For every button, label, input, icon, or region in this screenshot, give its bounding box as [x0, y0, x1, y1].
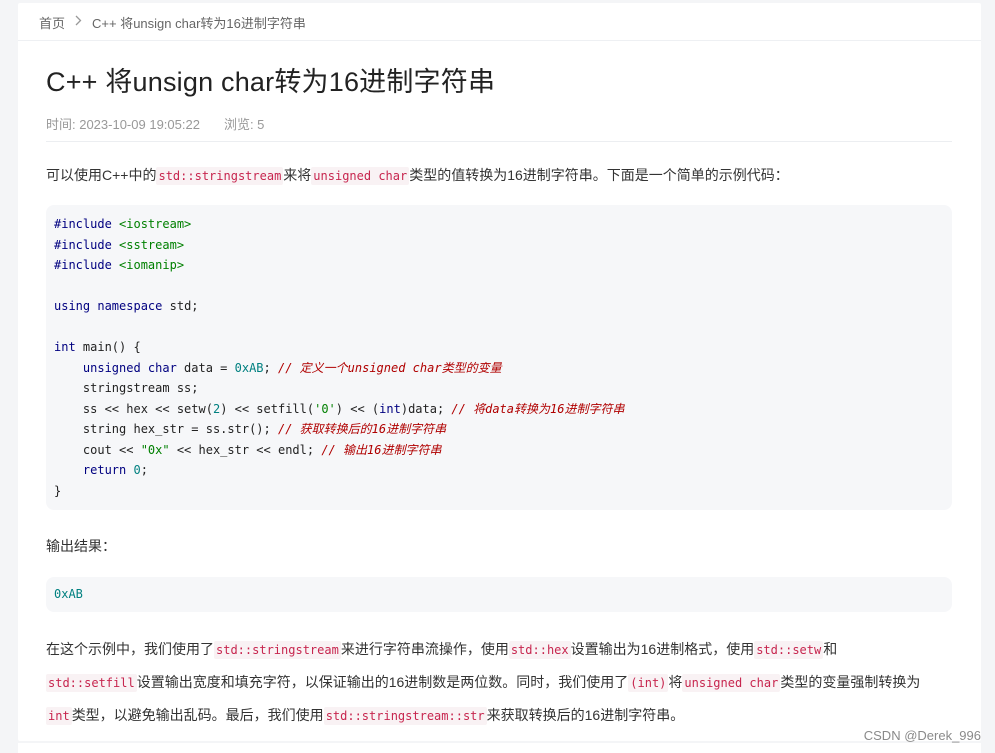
inline-code: std::stringstream	[156, 167, 284, 185]
code-token: #include	[54, 258, 112, 272]
code-token: 0xAB	[234, 360, 264, 375]
text: 来进行字符串流操作，使用	[340, 641, 509, 657]
text: 可以使用C++中的	[46, 167, 157, 183]
text: 和	[823, 641, 838, 657]
next-section-edge	[18, 743, 981, 753]
code-token: int	[379, 401, 401, 416]
code-token: string hex_str = ss.str();	[82, 422, 278, 436]
code-token: ss << hex << setw(	[82, 401, 213, 416]
text: 将	[668, 674, 683, 690]
text: 设置输出为16进制格式，使用	[570, 641, 755, 657]
output-label: 输出结果：	[46, 538, 116, 554]
code-token: return	[82, 463, 127, 477]
code-token: cout <<	[82, 442, 141, 457]
code-token: main() {	[75, 340, 141, 354]
code-token: #include	[54, 217, 112, 231]
code-token: unsigned char	[82, 360, 177, 375]
code-token: <iomanip>	[119, 258, 185, 272]
code-token: #include	[54, 237, 112, 252]
code-token: <iostream>	[119, 217, 192, 231]
breadcrumb-home-link[interactable]: 首页	[39, 13, 65, 32]
text: 设置输出宽度和填充字符，以保证输出的16进制数是两位数。同时，我们使用了	[136, 674, 629, 690]
code-token: namespace	[97, 299, 163, 313]
divider	[18, 40, 981, 41]
divider	[46, 141, 952, 142]
publish-time: 时间: 2023-10-09 19:05:22	[46, 117, 200, 132]
inline-code: int	[46, 707, 72, 725]
code-comment: // 定义一个unsigned char类型的变量	[277, 360, 502, 375]
breadcrumb-current: C++ 将unsign char转为16进制字符串	[92, 15, 306, 31]
inline-code: std::setfill	[46, 674, 137, 692]
code-token: <sstream>	[119, 237, 185, 252]
code-token: ;	[263, 360, 278, 375]
code-token: '0'	[314, 401, 336, 416]
code-block[interactable]: #include <iostream> #include <sstream> #…	[46, 205, 952, 510]
code-token: ;	[140, 463, 148, 477]
code-token: stringstream ss;	[82, 381, 199, 395]
text: 类型的值转换为16进制字符串。下面是一个简单的示例代码：	[409, 167, 789, 183]
code-token: ) << (	[335, 401, 380, 416]
code-token: data =	[176, 360, 235, 375]
text: 类型的变量强制转换为	[780, 674, 921, 690]
code-token: int	[54, 340, 76, 354]
text: 在这个示例中，我们使用了	[46, 641, 214, 657]
view-count: 浏览: 5	[223, 117, 265, 132]
code-token: }	[54, 483, 62, 498]
output-code-block[interactable]: 0xAB	[46, 577, 952, 612]
code-token: )data;	[400, 401, 452, 416]
code-token: << hex_str << endl;	[169, 442, 322, 457]
code-token: "0x"	[140, 442, 170, 457]
inline-code: unsigned char	[311, 167, 410, 185]
inline-code: std::stringstream	[214, 641, 341, 659]
code-token: ) << setfill(	[220, 401, 315, 416]
code-content: #include <iostream> #include <sstream> #…	[54, 214, 624, 501]
text: 来将	[283, 167, 312, 183]
inline-code: std::setw	[754, 641, 824, 659]
text: 来获取转换后的16进制字符串。	[486, 707, 685, 723]
watermark: CSDN @Derek_996	[863, 728, 981, 743]
article-card: 首页 C++ 将unsign char转为16进制字符串 C++ 将unsign…	[18, 3, 981, 741]
summary-paragraph: 在这个示例中，我们使用了 std::stringstream 来进行字符串流操作，使…	[46, 633, 956, 732]
inline-code: unsigned char	[682, 674, 781, 692]
intro-paragraph: 可以使用C++中的 std::stringstream 来将 unsigned cha…	[46, 159, 956, 192]
text: 类型，以避免输出乱码。最后，我们使用	[71, 707, 324, 723]
chevron-right-icon	[75, 15, 82, 29]
inline-code: (int)	[628, 674, 669, 692]
breadcrumb: 首页 C++ 将unsign char转为16进制字符串	[39, 12, 306, 32]
output-value: 0xAB	[54, 587, 83, 601]
inline-code: std::hex	[508, 641, 571, 659]
code-comment: // 获取转换后的16进制字符串	[277, 422, 447, 436]
code-token: using	[54, 299, 91, 313]
code-token: 0	[133, 463, 141, 477]
code-comment: // 输出16进制字符串	[321, 442, 442, 457]
inline-code: std::stringstream::str	[323, 707, 487, 725]
article-meta: 时间: 2023-10-09 19:05:22 浏览: 5	[46, 114, 264, 133]
code-comment: // 将data转换为16进制字符串	[451, 401, 625, 416]
code-token: std;	[162, 299, 199, 313]
page-title: C++ 将unsign char转为16进制字符串	[46, 67, 496, 97]
